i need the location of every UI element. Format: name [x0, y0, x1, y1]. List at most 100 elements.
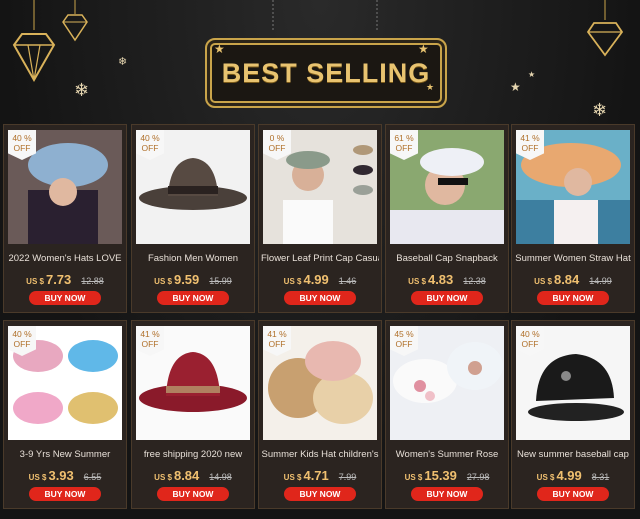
- discount-off-label: OFF: [141, 143, 159, 153]
- currency-label: US $: [534, 277, 552, 286]
- discount-off-label: OFF: [521, 143, 539, 153]
- product-card[interactable]: 41 % OFF free shipping 2020 new US $8.84…: [131, 320, 255, 509]
- buy-now-button[interactable]: BUY NOW: [284, 487, 356, 501]
- original-price: 12.88: [81, 276, 104, 286]
- buy-now-button[interactable]: BUY NOW: [537, 291, 609, 305]
- product-image[interactable]: 40 % OFF: [516, 326, 630, 440]
- discount-off-label: OFF: [13, 143, 31, 153]
- product-image[interactable]: 41 % OFF: [136, 326, 250, 440]
- price-row: US $4.71 7.99: [259, 467, 381, 485]
- product-card[interactable]: 0 % OFF Flower Leaf Print Cap Casual US …: [258, 124, 382, 313]
- buy-now-button[interactable]: BUY NOW: [157, 291, 229, 305]
- buy-now-button[interactable]: BUY NOW: [157, 487, 229, 501]
- discount-percent: 0 %: [269, 133, 285, 143]
- sale-price: 7.73: [45, 272, 72, 287]
- buy-now-button[interactable]: BUY NOW: [537, 487, 609, 501]
- product-title[interactable]: Summer Women Straw Hat: [514, 253, 632, 264]
- page-title: BEST SELLING: [221, 57, 431, 88]
- product-title[interactable]: Summer Kids Hat children's: [261, 449, 379, 460]
- buy-now-button[interactable]: BUY NOW: [29, 291, 101, 305]
- currency-label: US $: [283, 473, 302, 482]
- price-row: US $15.39 27.98: [386, 467, 508, 485]
- discount-percent: 40 %: [12, 133, 32, 143]
- product-title[interactable]: New summer baseball cap: [514, 449, 632, 460]
- price-row: US $8.84 14.98: [132, 467, 254, 485]
- currency-label: US $: [283, 277, 302, 286]
- discount-off-label: OFF: [268, 143, 286, 153]
- sale-price: 8.84: [553, 272, 580, 287]
- currency-label: US $: [536, 473, 555, 482]
- snowflake-icon: ❄: [118, 56, 128, 68]
- sale-price: 4.99: [556, 468, 582, 483]
- currency-label: US $: [404, 473, 423, 482]
- discount-percent: 41 %: [267, 329, 287, 339]
- sale-price: 9.59: [173, 272, 200, 287]
- price-row: US $8.84 14.99: [512, 271, 634, 289]
- product-card[interactable]: 40 % OFF New summer baseball cap US $4.9…: [511, 320, 635, 509]
- discount-percent: 40 %: [140, 133, 160, 143]
- product-card[interactable]: 41 % OFF Summer Kids Hat children's US $…: [258, 320, 382, 509]
- original-price: 6.55: [83, 472, 102, 482]
- discount-off-label: OFF: [395, 143, 413, 153]
- original-price: 12.38: [463, 276, 486, 286]
- buy-now-button[interactable]: BUY NOW: [411, 291, 483, 305]
- product-image[interactable]: 61 % OFF: [390, 130, 504, 244]
- currency-label: US $: [154, 473, 172, 482]
- small-diamond-ornament-icon: [62, 0, 88, 42]
- original-price: 14.98: [209, 472, 232, 482]
- buy-now-button[interactable]: BUY NOW: [284, 291, 356, 305]
- original-price: 1.46: [338, 276, 357, 286]
- original-price: 27.98: [466, 472, 490, 482]
- product-title[interactable]: Fashion Men Women: [134, 253, 252, 264]
- product-image[interactable]: 40 % OFF: [136, 130, 250, 244]
- price-row: US $3.93 6.55: [4, 467, 126, 485]
- product-title[interactable]: 3-9 Yrs New Summer: [6, 449, 124, 460]
- product-card[interactable]: 61 % OFF Baseball Cap Snapback US $4.83 1…: [385, 124, 509, 313]
- sale-price: 4.83: [427, 272, 454, 287]
- product-image[interactable]: 40 % OFF: [8, 326, 122, 440]
- product-title[interactable]: 2022 Women's Hats LOVE: [6, 253, 124, 264]
- product-image[interactable]: 40 % OFF: [8, 130, 122, 244]
- sale-price: 8.84: [173, 468, 200, 483]
- product-title[interactable]: Flower Leaf Print Cap Casual: [261, 253, 379, 264]
- product-title[interactable]: free shipping 2020 new: [134, 449, 252, 460]
- product-card[interactable]: 45 % OFF Women's Summer Rose US $15.39 27…: [385, 320, 509, 509]
- discount-off-label: OFF: [521, 339, 539, 349]
- buy-now-button[interactable]: BUY NOW: [411, 487, 483, 501]
- price-row: US $7.73 12.88: [4, 271, 126, 289]
- snowflake-icon: ❄: [592, 100, 608, 120]
- currency-label: US $: [154, 277, 172, 286]
- original-price: 7.99: [338, 472, 357, 482]
- product-card[interactable]: 40 % OFF Fashion Men Women US $9.59 15.99…: [131, 124, 255, 313]
- product-image[interactable]: 41 % OFF: [516, 130, 630, 244]
- discount-off-label: OFF: [141, 339, 159, 349]
- star-icon: ★: [418, 42, 429, 56]
- product-title[interactable]: Women's Summer Rose: [388, 449, 506, 460]
- sale-price: 4.71: [303, 468, 329, 483]
- discount-off-label: OFF: [395, 339, 413, 349]
- buy-now-button[interactable]: BUY NOW: [29, 487, 101, 501]
- star-icon: ★: [528, 70, 536, 79]
- product-card[interactable]: 40 % OFF 2022 Women's Hats LOVE US $7.73…: [3, 124, 127, 313]
- price-row: US $4.99 1.46: [259, 271, 381, 289]
- discount-percent: 41 %: [140, 329, 160, 339]
- product-title[interactable]: Baseball Cap Snapback: [388, 253, 506, 264]
- hanging-strings-icon: [272, 0, 378, 30]
- product-card[interactable]: 40 % OFF 3-9 Yrs New Summer US $3.93 6.55…: [3, 320, 127, 509]
- currency-label: US $: [26, 277, 44, 286]
- sale-price: 3.93: [48, 468, 74, 483]
- product-image[interactable]: 0 % OFF: [263, 130, 377, 244]
- star-icon: ★: [214, 42, 225, 56]
- right-diamond-ornament-icon: [586, 0, 624, 57]
- original-price: 8.31: [591, 472, 610, 482]
- product-image[interactable]: 41 % OFF: [263, 326, 377, 440]
- discount-percent: 45 %: [394, 329, 414, 339]
- original-price: 14.99: [589, 276, 612, 286]
- discount-percent: 61 %: [394, 133, 414, 143]
- best-selling-banner: BEST SELLING: [205, 38, 447, 108]
- price-row: US $4.99 8.31: [512, 467, 634, 485]
- product-card[interactable]: 41 % OFF Summer Women Straw Hat US $8.84…: [511, 124, 635, 313]
- product-image[interactable]: 45 % OFF: [390, 326, 504, 440]
- sale-price: 4.99: [303, 272, 329, 287]
- currency-label: US $: [28, 473, 47, 482]
